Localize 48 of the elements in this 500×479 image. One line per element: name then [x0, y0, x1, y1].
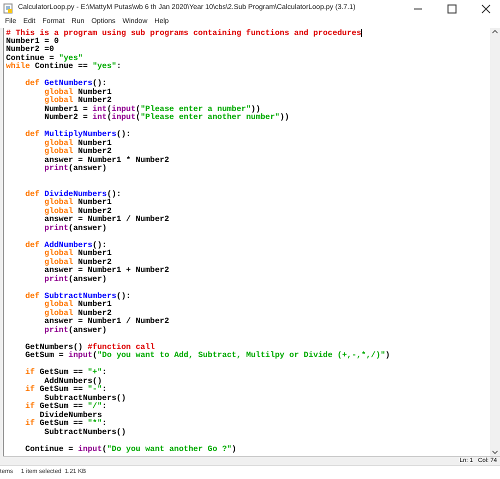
code-line: Continue = input("Do you want another Go ?") [24, 444, 236, 454]
code-line: global Number2 [43, 147, 112, 156]
code-line: # This is a program using sub programs containing functions and procedures [6, 29, 362, 38]
code-line: if GetSum == "*": [24, 419, 107, 428]
code-line: global Number1 [43, 249, 112, 258]
code-line: Continue = "yes" [6, 54, 83, 62]
code-line: def GetNumbers(): [24, 79, 107, 88]
maximize-icon[interactable] [447, 4, 457, 14]
scroll-up-icon[interactable] [492, 29, 498, 34]
code-line: answer = Number1 / Number2 [43, 317, 170, 326]
code-line: answer = Number1 / Number2 [43, 215, 170, 224]
code-line: def AddNumbers(): [24, 240, 107, 250]
code-line: while Continue == "yes": [6, 62, 122, 71]
code-line: Number2 =0 [6, 45, 54, 54]
scroll-down-icon[interactable] [492, 450, 498, 455]
code-line: global Number1 [43, 88, 112, 96]
code-line: answer = Number1 * Number2 [43, 156, 170, 164]
text-cursor [361, 29, 362, 37]
code-line: global Number2 [43, 206, 112, 216]
code-line: def SubtractNumbers(): [24, 292, 131, 300]
code-line: answer = Number1 + Number2 [43, 266, 170, 275]
code-line: def MultiplyNumbers(): [24, 130, 131, 139]
code-line: SubtractNumbers() [43, 394, 126, 402]
code-line: SubtractNumbers() [43, 428, 126, 436]
code-line: print(answer) [43, 326, 107, 334]
code-line: if GetSum == "/": [24, 402, 107, 411]
code-line: print(answer) [43, 164, 107, 173]
python-file-icon [3, 3, 14, 14]
code-line: AddNumbers() [43, 376, 102, 386]
code-line: def DivideNumbers(): [24, 190, 122, 198]
code-line: global Number2 [43, 308, 112, 318]
code-line: global Number2 [43, 96, 112, 105]
close-icon[interactable] [481, 4, 491, 14]
code-line: if GetSum == "-": [24, 385, 107, 394]
code-line: if GetSum == "+": [24, 368, 107, 377]
code-line: print(answer) [43, 274, 107, 284]
code-line: GetSum = input("Do you want to Add, Subtract, Multilpy or Divide (+,-,*,/)") [24, 351, 390, 360]
code-line: global Number1 [43, 300, 112, 309]
code-line: Number1 = 0 [6, 36, 59, 46]
code-line: global Number1 [43, 198, 112, 207]
code-line: Number2 = int(input("Please enter another number")) [43, 113, 290, 122]
code-line: GetNumbers() #function call [24, 342, 155, 352]
code-line: global Number2 [43, 258, 112, 266]
code-line: global Number1 [43, 138, 112, 148]
code-line: DivideNumbers [38, 410, 102, 420]
scrollbar[interactable] [490, 28, 500, 456]
code-line: Number1 = int(input("Please enter a number")) [43, 104, 260, 114]
code-line: print(answer) [43, 224, 107, 232]
